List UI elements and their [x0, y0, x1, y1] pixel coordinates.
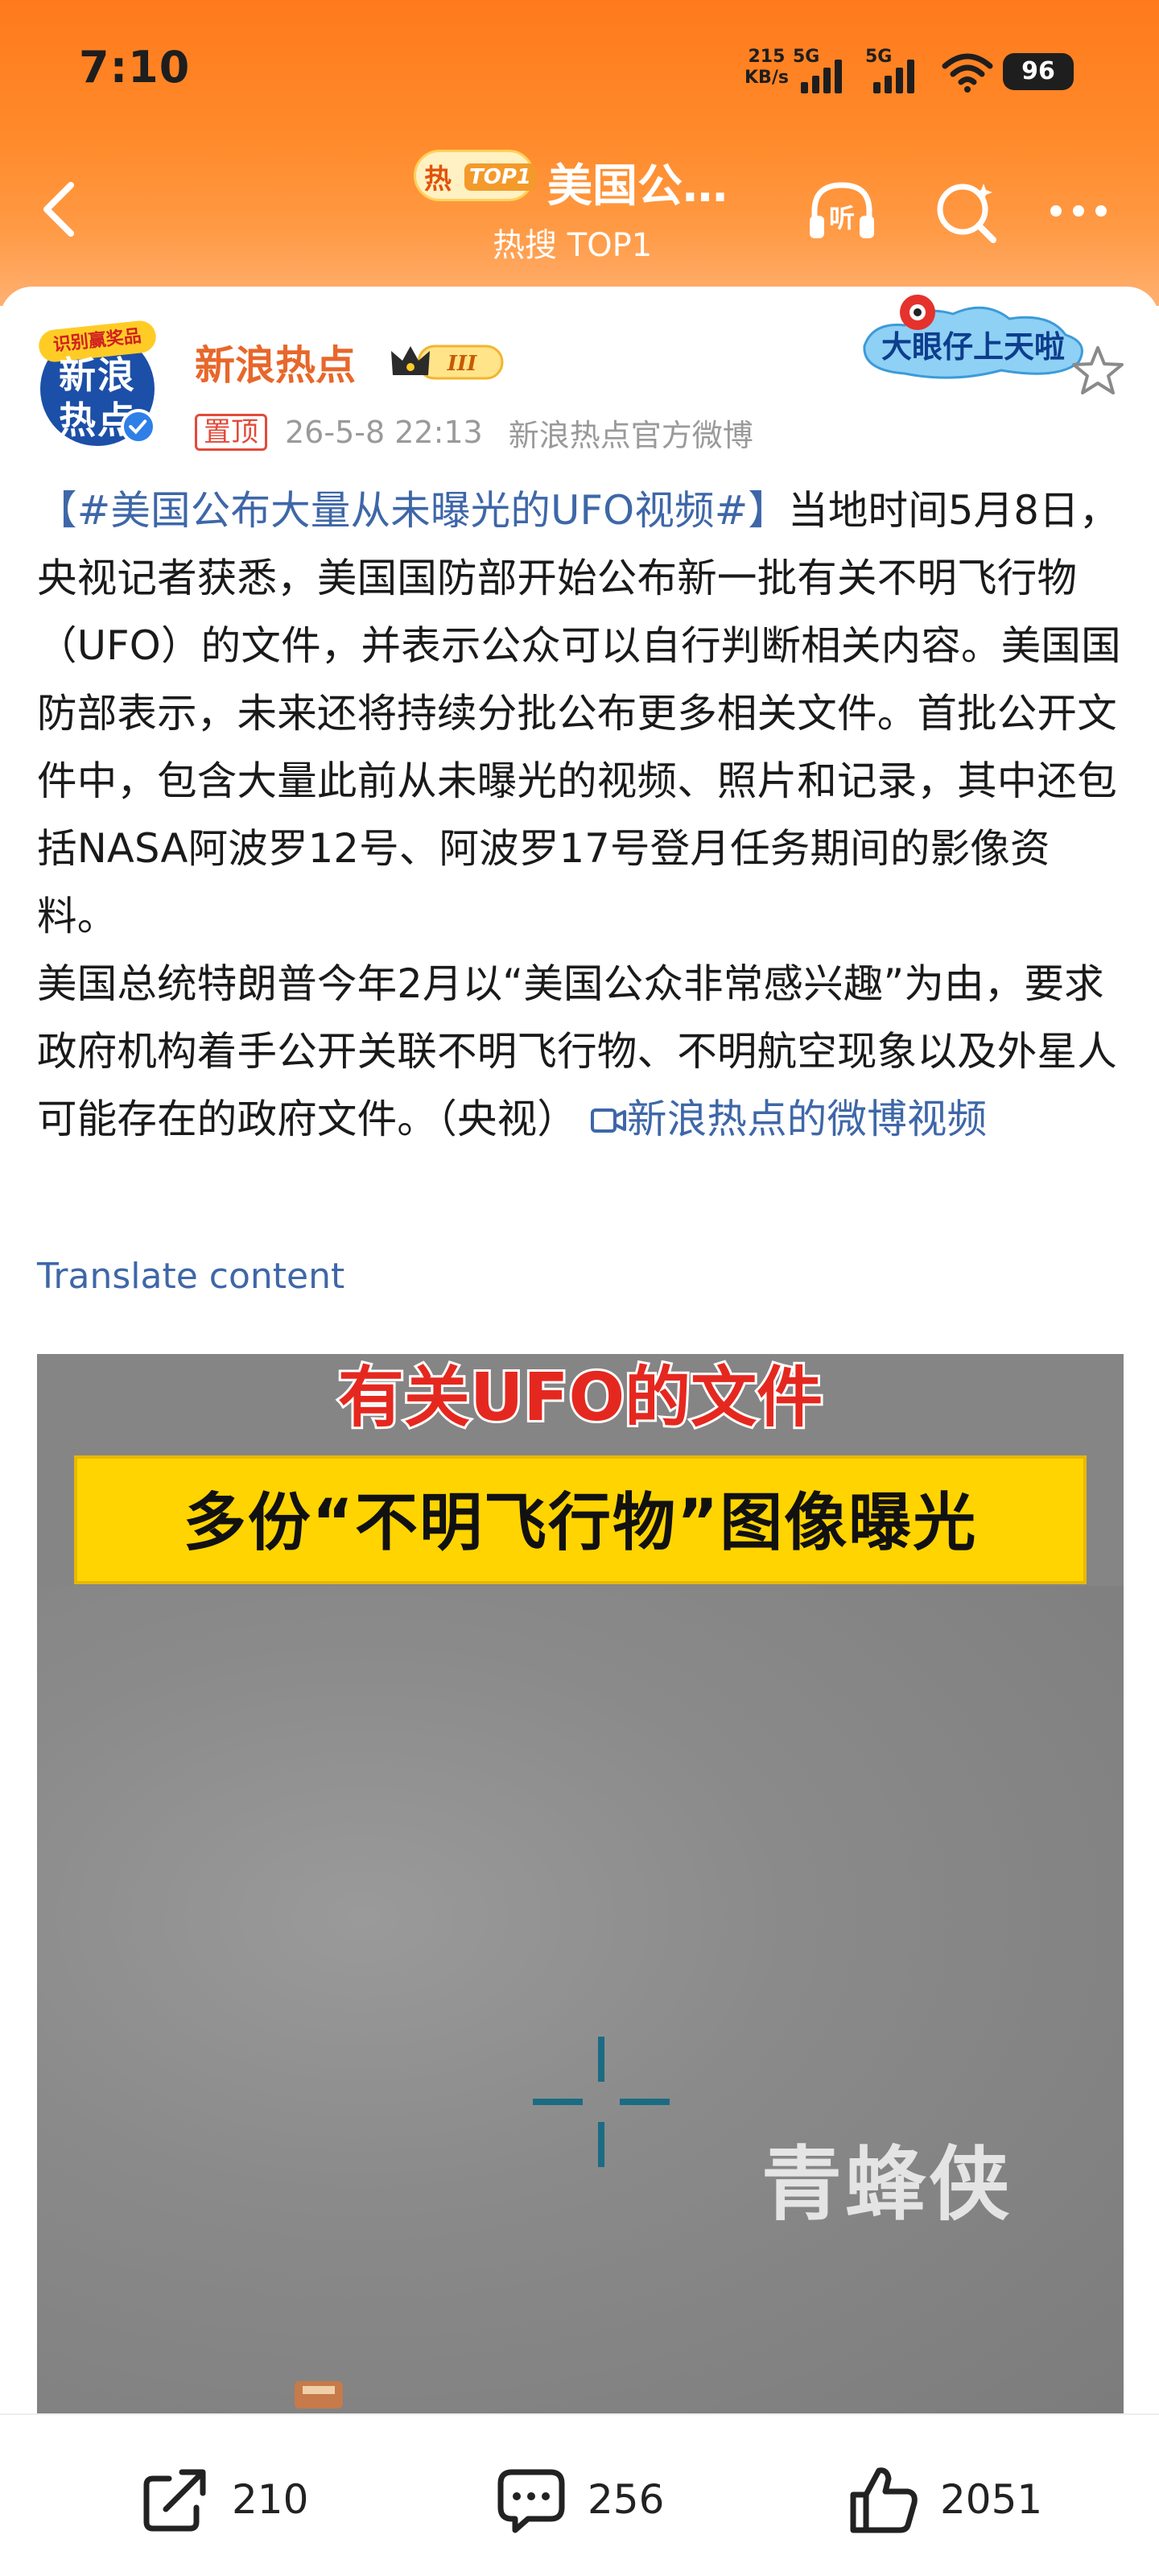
- translate-link[interactable]: Translate content: [37, 1256, 344, 1297]
- hot-rank: TOP1: [464, 163, 536, 191]
- hot-top-badge: 热 TOP1: [414, 150, 536, 201]
- signal-icon: 5G: [793, 47, 873, 95]
- video-link[interactable]: 新浪热点的微博视频: [590, 1096, 987, 1142]
- video-link-label: 新浪热点的微博视频: [627, 1096, 988, 1142]
- action-bar: 210 256 2051: [0, 2413, 1159, 2576]
- share-icon: [143, 2469, 206, 2532]
- video-watermark: 青蜂侠: [761, 2137, 1013, 2231]
- sim1-type: 5G: [793, 47, 820, 67]
- favorite-star-icon[interactable]: [1069, 341, 1127, 399]
- wifi-icon: [942, 53, 993, 93]
- crosshair-icon: [533, 2037, 670, 2167]
- video-object: [295, 2381, 343, 2409]
- battery-indicator: 96: [1003, 53, 1074, 90]
- post-source: 新浪热点官方微博: [508, 417, 753, 453]
- video-caption-banner: 多份“不明飞行物”图像曝光: [74, 1455, 1087, 1584]
- avatar[interactable]: 识别赢奖品 新浪热点: [37, 319, 158, 446]
- svg-text:大眼仔上天啦: 大眼仔上天啦: [881, 329, 1065, 365]
- network-speed: 215 KB/s: [744, 47, 789, 89]
- video-caption-text: 多份“不明飞行物”图像曝光: [183, 1487, 978, 1559]
- share-count: 210: [232, 2476, 309, 2523]
- comment-count: 256: [588, 2476, 665, 2523]
- video-link-icon: [591, 1108, 626, 1133]
- pinned-tag: 置顶: [195, 414, 267, 451]
- verified-icon: [121, 409, 156, 444]
- more-options-icon[interactable]: [1040, 172, 1117, 250]
- sim2-type: 5G: [865, 47, 893, 67]
- share-button[interactable]: 210: [137, 2463, 308, 2536]
- svg-text:听: 听: [829, 203, 855, 233]
- promo-banner-sticker[interactable]: 大眼仔上天啦: [856, 290, 1090, 386]
- back-arrow-icon[interactable]: [34, 177, 82, 242]
- hashtag-link[interactable]: 【#美国公布大量从未曝光的UFO视频#】: [37, 487, 788, 534]
- page-title-block: 热 TOP1 美国公… 热搜 TOP1: [402, 145, 773, 274]
- comment-button[interactable]: 256: [493, 2463, 664, 2536]
- vip-crown-badge[interactable]: III: [386, 338, 507, 386]
- page-subtitle: 热搜 TOP1: [493, 227, 653, 264]
- video-player[interactable]: 有关UFO的文件 多份“不明飞行物”图像曝光 青蜂侠: [37, 1354, 1124, 2413]
- post-body: 【#美国公布大量从未曝光的UFO视频#】当地时间5月8日，央视记者获悉，美国国防…: [37, 477, 1125, 1153]
- page-title: 美国公…: [547, 160, 728, 213]
- thumbs-up-icon: [850, 2467, 918, 2533]
- status-time: 7:10: [79, 42, 191, 93]
- like-count: 2051: [940, 2476, 1043, 2523]
- comment-icon: [497, 2469, 565, 2533]
- signal-icon-2: 5G: [865, 47, 946, 95]
- post-paragraph-1: 当地时间5月8日，央视记者获悉，美国国防部开始公布新一批有关不明飞行物（UFO）…: [37, 487, 1121, 939]
- post-meta: 置顶 26-5-8 22:13 新浪热点官方微博: [195, 412, 779, 453]
- network-speed-value: 215: [748, 47, 786, 67]
- video-title: 有关UFO的文件: [336, 1357, 825, 1439]
- search-icon[interactable]: [927, 172, 1004, 250]
- post-timestamp: 26-5-8 22:13: [285, 415, 483, 450]
- svg-text:III: III: [447, 352, 477, 376]
- header: 7:10 215 KB/s 5G 5G 96 热 TOP1 美国公… 热搜 TO…: [0, 0, 1159, 306]
- status-bar: 7:10 215 KB/s 5G 5G 96: [0, 0, 1159, 145]
- network-speed-unit: KB/s: [744, 68, 789, 88]
- like-button[interactable]: 2051: [845, 2463, 1042, 2536]
- hot-icon: 热: [424, 163, 452, 196]
- video-frame: [37, 1586, 1124, 2413]
- listen-headphones-icon[interactable]: 听: [803, 172, 881, 250]
- author-name[interactable]: 新浪热点: [195, 333, 356, 391]
